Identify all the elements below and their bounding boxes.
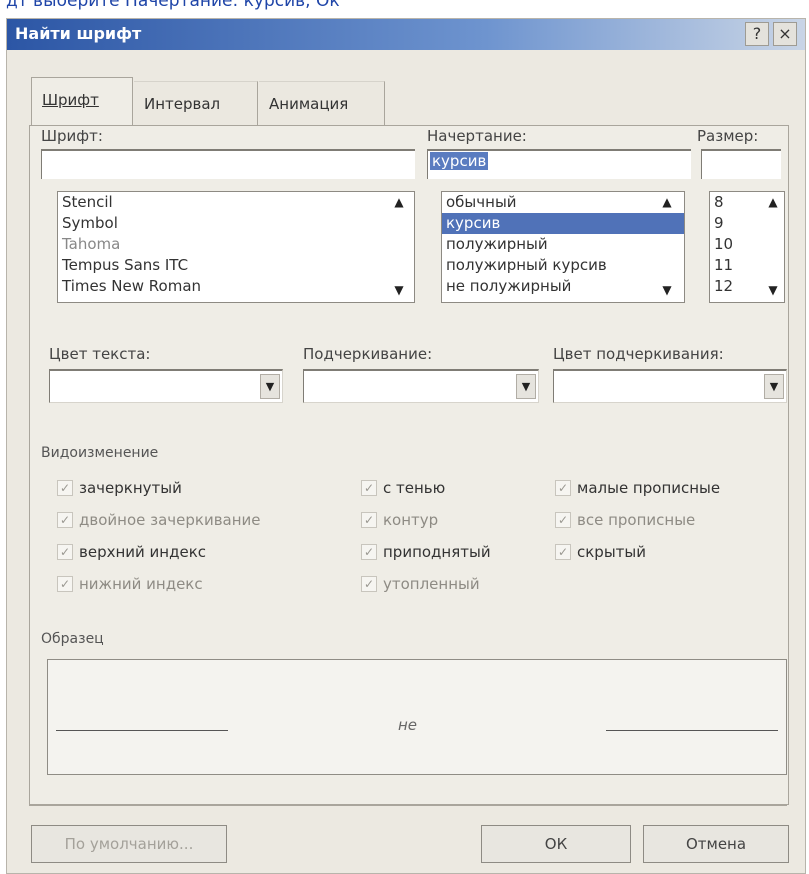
effects-title: Видоизменение [41,445,159,461]
text-color-label: Цвет текста: [49,345,151,363]
tab-animation-label: Анимация [269,95,349,113]
checkbox-hidden[interactable]: ✓ скрытый [555,543,646,561]
style-input[interactable]: курсив [427,149,691,179]
checkbox-icon[interactable]: ✓ [57,480,73,496]
checkbox-all-caps[interactable]: ✓ все прописные [555,511,695,529]
list-item[interactable]: Times New Roman [58,276,414,297]
list-item[interactable]: Symbol [58,213,414,234]
list-item[interactable]: обычный [442,192,684,213]
scroll-down-icon[interactable]: ▼ [657,283,677,297]
checkbox-engrave[interactable]: ✓ утопленный [361,575,480,593]
checkbox-outline[interactable]: ✓ контур [361,511,438,529]
font-list[interactable]: Stencil Symbol Tahoma Tempus Sans ITC Ti… [57,191,415,303]
checkbox-label: приподнятый [383,543,491,561]
checkbox-icon[interactable]: ✓ [57,544,73,560]
sample-text: не [398,716,418,734]
chevron-down-icon[interactable]: ▼ [260,374,280,399]
list-item-selected[interactable]: курсив [442,213,684,234]
list-item[interactable]: Tempus Sans ITC [58,255,414,276]
checkbox-subscript[interactable]: ✓ нижний индекс [57,575,203,593]
list-item[interactable]: 9 [710,213,784,234]
tab-spacing[interactable]: Интервал [134,81,258,125]
separator [29,805,787,806]
checkbox-label: контур [383,511,439,529]
style-label: Начертание: [427,127,527,145]
title-bar: Найти шрифт ? × [7,19,805,50]
checkbox-icon[interactable]: ✓ [361,480,377,496]
checkbox-shadow[interactable]: ✓ с тенью [361,479,445,497]
list-item[interactable]: 11 [710,255,784,276]
underline-label: Подчеркивание: [303,345,433,363]
font-input[interactable] [41,149,415,179]
checkbox-emboss[interactable]: ✓ приподнятый [361,543,491,561]
chevron-down-icon[interactable]: ▼ [516,374,536,399]
checkbox-label: двойное зачеркивание [79,511,261,529]
checkbox-label: нижний индекс [79,575,203,593]
list-item[interactable]: Stencil [58,192,414,213]
scroll-up-icon[interactable]: ▲ [657,195,677,209]
font-label: Шрифт: [41,127,103,145]
checkbox-superscript[interactable]: ✓ верхний индекс [57,543,206,561]
text-color-select[interactable]: ▼ [49,369,283,403]
list-item[interactable]: полужирный курсив [442,255,684,276]
list-item[interactable]: 10 [710,234,784,255]
size-input[interactable] [701,149,781,179]
checkbox-icon[interactable]: ✓ [361,512,377,528]
checkbox-label: верхний индекс [79,543,207,561]
checkbox-icon[interactable]: ✓ [555,480,571,496]
checkbox-label: все прописные [577,511,696,529]
baseline-left [56,730,228,731]
checkbox-icon[interactable]: ✓ [361,544,377,560]
instruction-caption: дт выберите Начертание: курсив, Ок [6,0,340,11]
window-title: Найти шрифт [15,24,142,43]
checkbox-icon[interactable]: ✓ [555,512,571,528]
list-item[interactable]: не полужирный [442,276,684,297]
checkbox-double-strikethrough[interactable]: ✓ двойное зачеркивание [57,511,261,529]
close-button[interactable]: × [773,22,797,46]
scroll-up-icon[interactable]: ▲ [389,195,409,209]
checkbox-small-caps[interactable]: ✓ малые прописные [555,479,720,497]
ok-button[interactable]: ОК [481,825,631,863]
list-item[interactable]: полужирный [442,234,684,255]
tab-spacing-label: Интервал [144,95,221,113]
size-label: Размер: [697,127,759,145]
checkbox-label: скрытый [577,543,647,561]
style-input-value: курсив [430,152,489,170]
underline-color-label: Цвет подчеркивания: [553,345,724,363]
default-button[interactable]: По умолчанию... [31,825,227,863]
font-dialog: Найти шрифт ? × Шрифт Интервал Анимация … [6,18,806,874]
chevron-down-icon[interactable]: ▼ [764,374,784,399]
cancel-button[interactable]: Отмена [643,825,789,863]
checkbox-label: с тенью [383,479,446,497]
scroll-up-icon[interactable]: ▲ [763,195,783,209]
checkbox-icon[interactable]: ✓ [57,576,73,592]
sample-title: Образец [41,631,104,647]
tab-animation[interactable]: Анимация [259,81,385,125]
style-list[interactable]: обычный курсив полужирный полужирный кур… [441,191,685,303]
checkbox-icon[interactable]: ✓ [555,544,571,560]
sample-preview: не [47,659,787,775]
checkbox-label: малые прописные [577,479,721,497]
underline-select[interactable]: ▼ [303,369,539,403]
checkbox-icon[interactable]: ✓ [57,512,73,528]
checkbox-strikethrough[interactable]: ✓ зачеркнутый [57,479,182,497]
tab-font-label: Шрифт [42,91,99,109]
scroll-down-icon[interactable]: ▼ [389,283,409,297]
checkbox-icon[interactable]: ✓ [361,576,377,592]
list-item[interactable]: Tahoma [58,234,414,255]
checkbox-label: утопленный [383,575,480,593]
underline-color-select[interactable]: ▼ [553,369,787,403]
scroll-down-icon[interactable]: ▼ [763,283,783,297]
checkbox-label: зачеркнутый [79,479,182,497]
tab-font[interactable]: Шрифт [31,77,133,126]
help-button[interactable]: ? [745,22,769,46]
baseline-right [606,730,778,731]
